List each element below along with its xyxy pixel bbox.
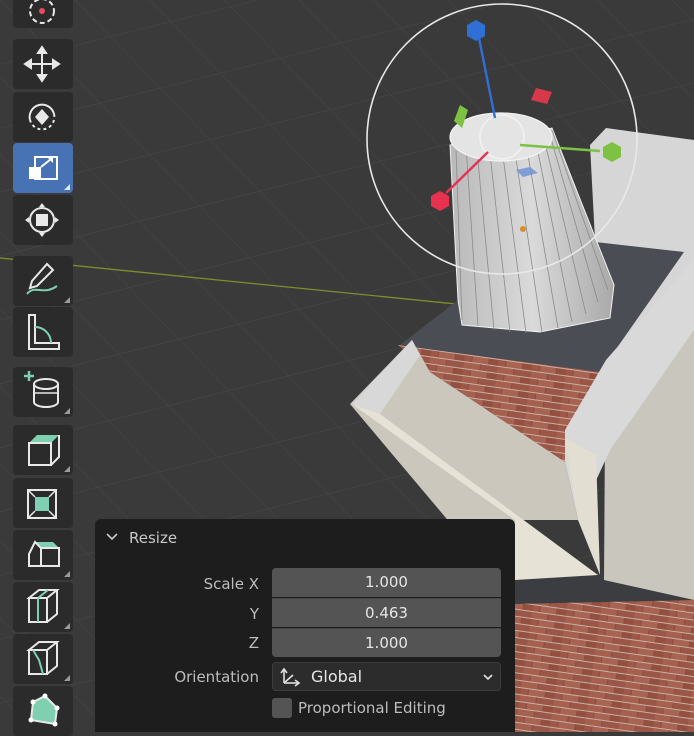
scale-z-label: Z <box>248 634 259 652</box>
poly-build-icon <box>28 693 60 727</box>
tool-variants-indicator <box>64 675 70 681</box>
resize-operator-panel: Resize Scale X 1.000 Y 0.463 Z 1.000 Ori… <box>95 519 515 732</box>
tool-shelf <box>0 0 80 736</box>
orientation-dropdown[interactable]: Global <box>272 662 501 691</box>
tool-variants-indicator <box>64 184 70 190</box>
panel-header[interactable]: Resize <box>95 519 515 557</box>
tool-bevel[interactable] <box>13 530 73 580</box>
chevron-down-icon <box>106 533 118 541</box>
cursor-icon <box>29 0 55 24</box>
scale-x-field[interactable]: 1.000 <box>272 568 501 597</box>
measure-icon <box>28 314 60 350</box>
tool-extrude-region[interactable] <box>13 425 73 475</box>
tool-variants-indicator <box>64 571 70 577</box>
chevron-down-icon <box>483 674 493 681</box>
move-icon <box>23 45 61 83</box>
orientation-label: Orientation <box>174 668 259 686</box>
tool-measure[interactable] <box>13 307 73 357</box>
tool-scale[interactable] <box>13 143 73 193</box>
rotate-icon <box>28 103 56 131</box>
tool-cursor[interactable] <box>13 0 73 28</box>
object-origin-point <box>520 226 526 232</box>
tool-variants-indicator <box>64 408 70 414</box>
global-orientation-icon <box>280 667 301 687</box>
inset-faces-icon <box>27 489 57 519</box>
tool-poly-build[interactable] <box>13 686 73 736</box>
tool-rotate[interactable] <box>13 92 73 142</box>
tool-transform[interactable] <box>13 195 73 245</box>
proportional-editing-checkbox[interactable] <box>272 698 292 718</box>
tool-move[interactable] <box>13 39 73 89</box>
scale-y-field[interactable]: 0.463 <box>272 598 501 627</box>
scale-z-field[interactable]: 1.000 <box>272 628 501 657</box>
tool-variants-indicator <box>64 297 70 303</box>
tool-knife[interactable] <box>13 634 73 684</box>
tool-annotate[interactable] <box>13 256 73 306</box>
scale-x-label: Scale X <box>203 575 259 593</box>
tool-loop-cut[interactable] <box>13 582 73 632</box>
scale-y-label: Y <box>249 605 259 623</box>
tool-variants-indicator <box>64 623 70 629</box>
tool-inset-faces[interactable] <box>13 478 73 528</box>
tool-variants-indicator <box>64 466 70 472</box>
panel-title: Resize <box>129 529 178 547</box>
tool-add-cylinder[interactable] <box>13 367 73 417</box>
transform-icon <box>25 203 59 237</box>
proportional-editing-label[interactable]: Proportional Editing <box>298 699 446 717</box>
orientation-value: Global <box>311 667 363 686</box>
